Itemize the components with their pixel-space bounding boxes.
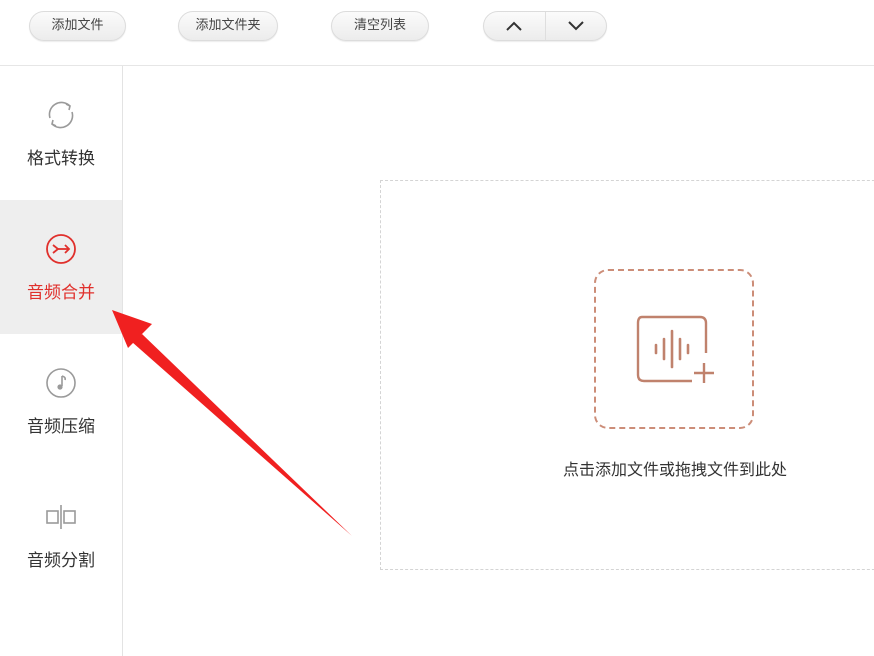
sidebar-item-label: 音频合并 — [27, 283, 95, 303]
move-down-button[interactable] — [544, 12, 607, 40]
sidebar-item-label: 音频压缩 — [27, 417, 95, 437]
sidebar-item-audio-compress[interactable]: 音频压缩 — [0, 334, 122, 468]
sidebar-item-format-convert[interactable]: 格式转换 — [0, 66, 122, 200]
sidebar-item-audio-merge[interactable]: 音频合并 — [0, 200, 122, 334]
convert-icon — [48, 101, 74, 129]
sidebar-item-audio-split[interactable]: 音频分割 — [0, 468, 122, 602]
chevron-up-icon — [506, 21, 522, 31]
clear-list-button[interactable]: 清空列表 — [331, 11, 429, 41]
audio-add-icon — [636, 315, 714, 383]
drop-hint-text: 点击添加文件或拖拽文件到此处 — [562, 460, 787, 479]
reorder-buttons — [483, 11, 607, 41]
chevron-down-icon — [568, 21, 584, 31]
toolbar: 添加文件 添加文件夹 清空列表 — [0, 0, 874, 66]
sidebar-item-label: 格式转换 — [27, 149, 95, 169]
move-up-button[interactable] — [484, 12, 545, 40]
sidebar: 格式转换 音频合并 音频压缩 音频分割 — [0, 66, 123, 656]
split-icon — [46, 505, 76, 529]
add-audio-button[interactable] — [594, 269, 754, 429]
add-folder-button[interactable]: 添加文件夹 — [178, 11, 278, 41]
merge-icon — [46, 234, 76, 264]
music-note-icon — [46, 368, 76, 398]
add-file-button[interactable]: 添加文件 — [29, 11, 126, 41]
sidebar-item-label: 音频分割 — [27, 551, 95, 571]
